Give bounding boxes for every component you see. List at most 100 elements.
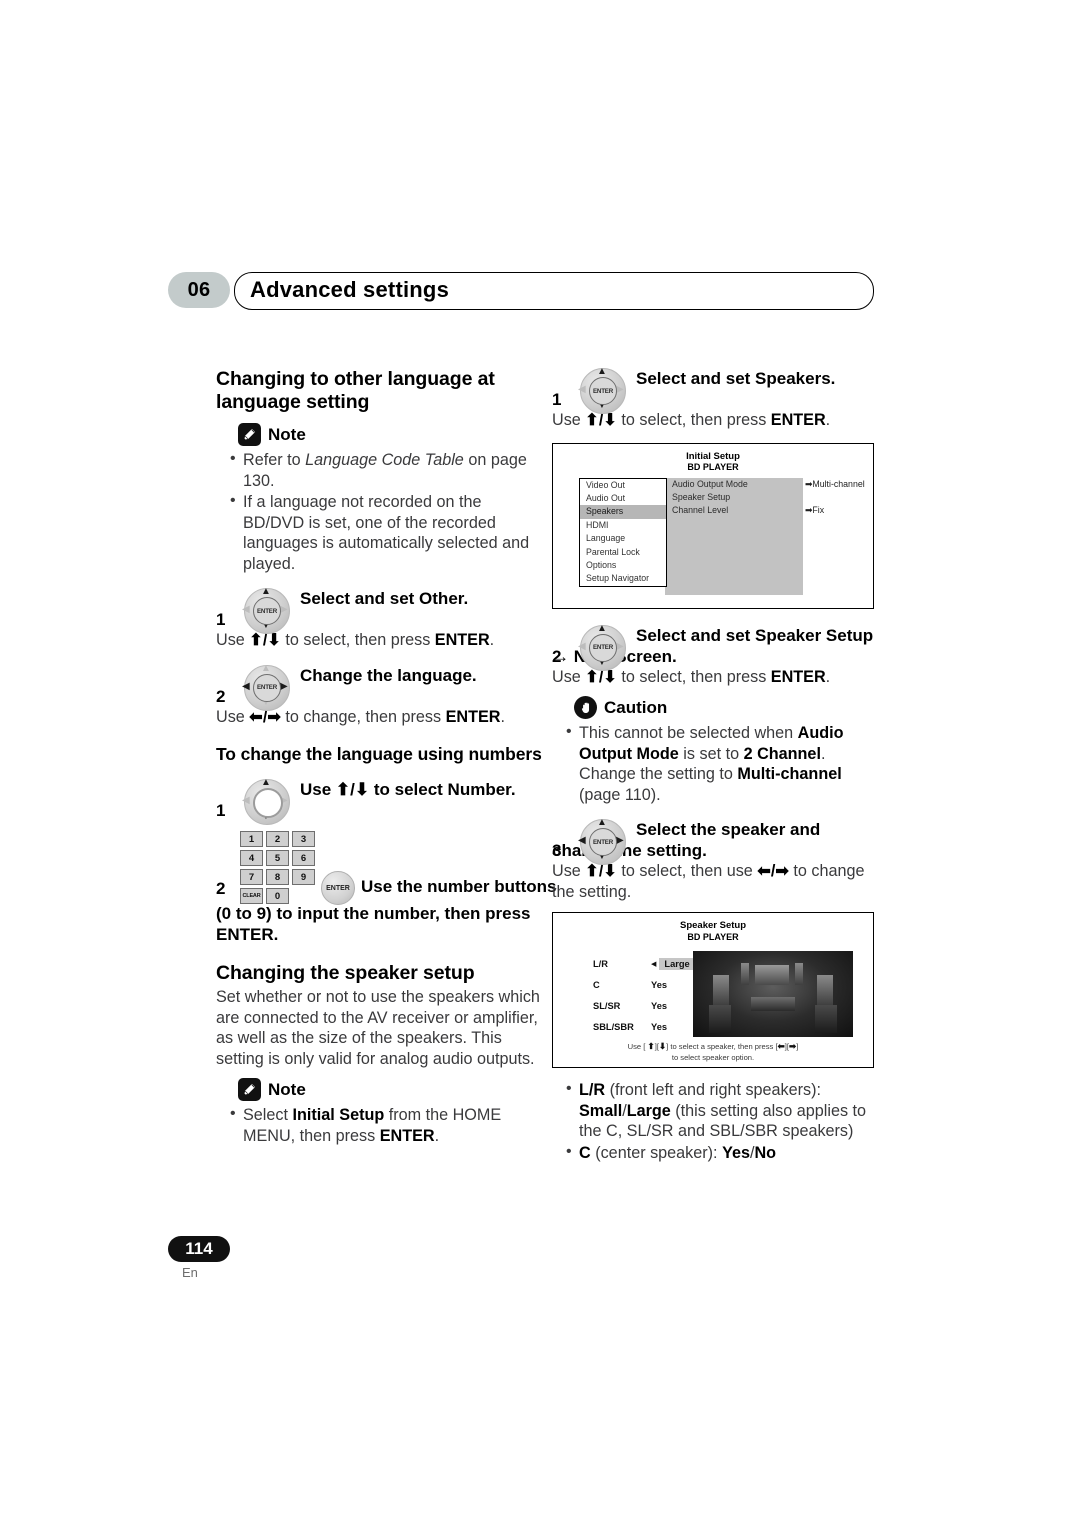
step-number: 2 <box>216 686 226 706</box>
key-8: 8 <box>266 869 289 885</box>
note-header-2: Note <box>238 1078 546 1101</box>
note-label: Note <box>268 424 306 444</box>
osd-value-audio-output-mode: ➡Multi-channel <box>805 478 865 489</box>
manual-page: 06 Advanced settings Changing to other l… <box>0 0 1080 1528</box>
caution-header: Caution <box>574 696 882 719</box>
speaker-label: L/R <box>593 958 608 969</box>
caution-bullet: This cannot be selected when Audio Outpu… <box>564 722 882 805</box>
section-heading-speaker-setup: Changing the speaker setup <box>216 962 475 984</box>
step-title: Use the number buttons <box>361 877 557 896</box>
step-select-speaker-setup: 2 ▲ ▼ ◀ ▶ ENTER Select and set Speaker Set… <box>552 623 882 688</box>
step-title-continuation: (0 to 9) to input the number, then press… <box>216 904 531 944</box>
osd-option-audio-output-mode[interactable]: Audio Output Mode <box>665 478 803 491</box>
running-head: 06 Advanced settings <box>168 272 874 310</box>
osd-title: Speaker Setup BD PLAYER <box>553 913 873 947</box>
speaker-value[interactable]: Yes <box>651 1001 667 1011</box>
note-bullet-initial-setup: Select Initial Setup from the HOME MENU,… <box>228 1104 546 1146</box>
speaker-label: C <box>593 979 600 990</box>
speaker-layout-illustration <box>693 951 853 1037</box>
folio: 114 En <box>168 1236 230 1280</box>
osd-help-text: Use [ ⬆][⬇] to select a speaker, then pr… <box>553 1041 873 1063</box>
speaker-label: SBL/SBR <box>593 1021 634 1032</box>
osd-menu-item-hdmi[interactable]: HDMI <box>580 519 666 532</box>
key-6: 6 <box>292 850 315 866</box>
hand-caution-icon <box>574 696 597 719</box>
bullet-lr-speakers: L/R (front left and right speakers): Sma… <box>564 1079 882 1142</box>
speaker-label: SL/SR <box>593 1000 621 1011</box>
step-instruction: Use ⬆/⬇ to select, then use ⬅/➡ to chang… <box>552 862 865 901</box>
key-clear: CLEAR <box>240 888 263 904</box>
osd-menu-item-speakers[interactable]: Speakers <box>580 505 666 519</box>
osd-menu-item-options[interactable]: Options <box>580 559 666 572</box>
pencil-note-icon <box>238 1078 261 1101</box>
arrow-glyphs: ⬆/⬇ <box>335 780 370 799</box>
speaker-row-lr[interactable]: L/R ◀ Large ▶ <box>593 953 703 974</box>
chapter-title: Advanced settings <box>250 277 450 302</box>
right-column: 1 ▲ ▼ ◀ ▶ ENTER Select and set Speakers. U… <box>552 367 882 1164</box>
osd-help-line-1: Use [ ⬆][⬇] to select a speaker, then pr… <box>627 1041 799 1051</box>
osd-menu-item-language[interactable]: Language <box>580 532 666 545</box>
key-7: 7 <box>240 869 263 885</box>
speaker-row-slsr[interactable]: SL/SR Yes <box>593 995 703 1016</box>
key-0: 0 <box>266 888 289 904</box>
up-arrow-icon: ⬆ <box>647 1041 655 1051</box>
speaker-row-sblsbr[interactable]: SBL/SBR Yes <box>593 1016 703 1037</box>
osd-value-channel-level: ➡Fix <box>805 505 825 516</box>
osd-menu-item-parental-lock[interactable]: Parental Lock <box>580 546 666 559</box>
speaker-setup-description: Set whether or not to use the speakers w… <box>216 988 540 1068</box>
chapter-number: 06 <box>168 272 230 308</box>
note-bullet-list-2: Select Initial Setup from the HOME MENU,… <box>216 1104 546 1146</box>
osd-title: Initial Setup BD PLAYER <box>553 444 873 478</box>
bullet-center-speaker: C (center speaker): Yes/No <box>564 1142 882 1164</box>
speaker-value[interactable]: Yes <box>651 980 667 990</box>
osd-option-speaker-setup[interactable]: Speaker Setup <box>665 491 803 504</box>
numeric-keypad-icon: 1 2 3 4 5 6 7 8 9 CLEAR 0 <box>240 831 315 907</box>
key-1: 1 <box>240 831 263 847</box>
speaker-value[interactable]: Yes <box>651 1022 667 1032</box>
note-header: Note <box>238 423 546 446</box>
step-select-other: 1 ▲ ▼ ◀ ▶ ENTER Select and set Other. Use … <box>216 587 546 651</box>
arrow-glyphs: ⬅/➡ <box>757 862 789 880</box>
step-number: 1 <box>216 801 226 820</box>
osd-subtitle: BD PLAYER <box>687 931 739 942</box>
osd-option-list[interactable]: Audio Output Mode Speaker Setup Channel … <box>665 477 803 595</box>
language-code: En <box>182 1265 198 1280</box>
note-label: Note <box>268 1079 306 1099</box>
step-select-speakers: 1 ▲ ▼ ◀ ▶ ENTER Select and set Speakers. U… <box>552 367 882 431</box>
speaker-setup-screenshot: Speaker Setup BD PLAYER L/R ◀ Large ▶ C <box>552 912 874 1068</box>
note-bullet-1: Refer to Language Code Table on page 130… <box>228 449 546 491</box>
key-2: 2 <box>266 831 289 847</box>
left-column: Changing to other language at language s… <box>216 368 557 1147</box>
key-5: 5 <box>266 850 289 866</box>
speaker-value[interactable]: Large <box>659 957 695 970</box>
subheading-numbers: To change the language using numbers <box>216 744 542 764</box>
step-number: 2 <box>552 646 562 666</box>
enter-button-icon: ENTER <box>321 871 355 905</box>
note-bullet-2: If a language not recorded on the BD/DVD… <box>228 491 546 574</box>
osd-menu-item-audio-out[interactable]: Audio Out <box>580 492 666 505</box>
step-number: 1 <box>216 610 226 629</box>
osd-menu-item-video-out[interactable]: Video Out <box>580 479 666 492</box>
note-bullet-list: Refer to Language Code Table on page 130… <box>216 449 546 574</box>
key-9: 9 <box>292 869 315 885</box>
speaker-option-bullet-list: L/R (front left and right speakers): Sma… <box>552 1079 882 1164</box>
section-heading-language: Changing to other language at language s… <box>216 368 495 413</box>
speaker-row-list[interactable]: L/R ◀ Large ▶ C Yes SL/SR Yes <box>593 953 703 1037</box>
osd-help-line-2: to select speaker option. <box>671 1052 755 1062</box>
osd-menu-list[interactable]: Video Out Audio Out Speakers HDMI Langua… <box>579 477 667 587</box>
key-3: 3 <box>292 831 315 847</box>
osd-subtitle: BD PLAYER <box>687 462 739 472</box>
osd-value-list: ➡Multi-channel ➡Fix <box>805 478 865 518</box>
step-select-speaker-change: 3 ▲ ▼ ◀ ▶ ENTER Select the speaker and cha… <box>552 818 882 902</box>
page-number: 114 <box>168 1236 230 1262</box>
key-4: 4 <box>240 850 263 866</box>
speaker-row-c[interactable]: C Yes <box>593 974 703 995</box>
step-number: 1 <box>552 390 562 409</box>
left-arrow-icon[interactable]: ◀ <box>651 960 656 968</box>
osd-menu-item-setup-navigator[interactable]: Setup Navigator <box>580 572 666 585</box>
step-number: 3 <box>552 841 562 860</box>
caution-bullet-list: This cannot be selected when Audio Outpu… <box>552 722 882 805</box>
osd-option-channel-level[interactable]: Channel Level <box>665 504 803 517</box>
left-arrow-icon: ⬅ <box>777 1041 785 1051</box>
initial-setup-screenshot: Initial Setup BD PLAYER Video Out Audio … <box>552 442 874 609</box>
